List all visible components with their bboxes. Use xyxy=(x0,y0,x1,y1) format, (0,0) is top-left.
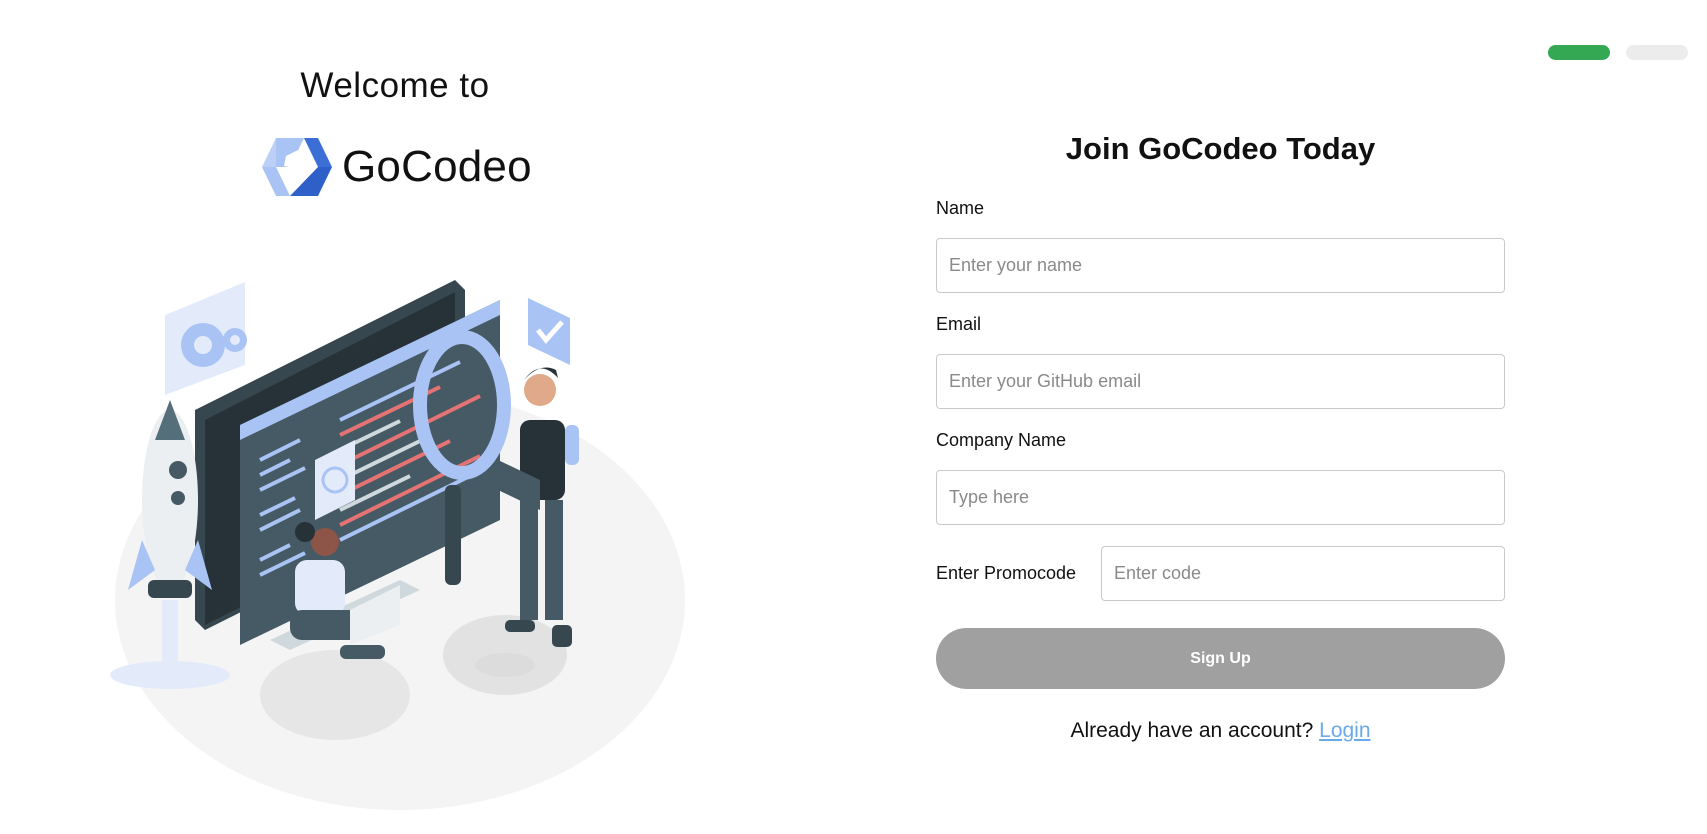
welcome-heading: Welcome to xyxy=(300,66,490,105)
promocode-input[interactable] xyxy=(1101,546,1505,601)
company-name-input[interactable] xyxy=(936,470,1505,525)
step-1-indicator xyxy=(1548,45,1610,60)
brand-logo: GoCodeo xyxy=(260,136,532,198)
login-link[interactable]: Login xyxy=(1319,719,1370,742)
step-2-indicator xyxy=(1626,45,1688,60)
login-prompt: Already have an account? Login xyxy=(936,719,1505,743)
sign-up-button[interactable]: Sign Up xyxy=(936,628,1505,689)
email-label: Email xyxy=(936,314,982,334)
name-label: Name xyxy=(936,198,985,218)
form-title: Join GoCodeo Today xyxy=(1065,131,1376,166)
login-prompt-text: Already have an account? xyxy=(1070,719,1314,742)
name-input[interactable] xyxy=(936,238,1505,293)
brand-name: GoCodeo xyxy=(342,142,532,191)
promocode-label: Enter Promocode xyxy=(936,563,1077,583)
company-name-label: Company Name xyxy=(936,430,1067,450)
gocodeo-logo-icon xyxy=(262,138,332,196)
email-input[interactable] xyxy=(936,354,1505,409)
welcome-panel: Welcome to GoCodeo xyxy=(0,0,790,834)
developer-workstation-illustration xyxy=(110,280,685,810)
step-indicator xyxy=(1548,45,1688,60)
